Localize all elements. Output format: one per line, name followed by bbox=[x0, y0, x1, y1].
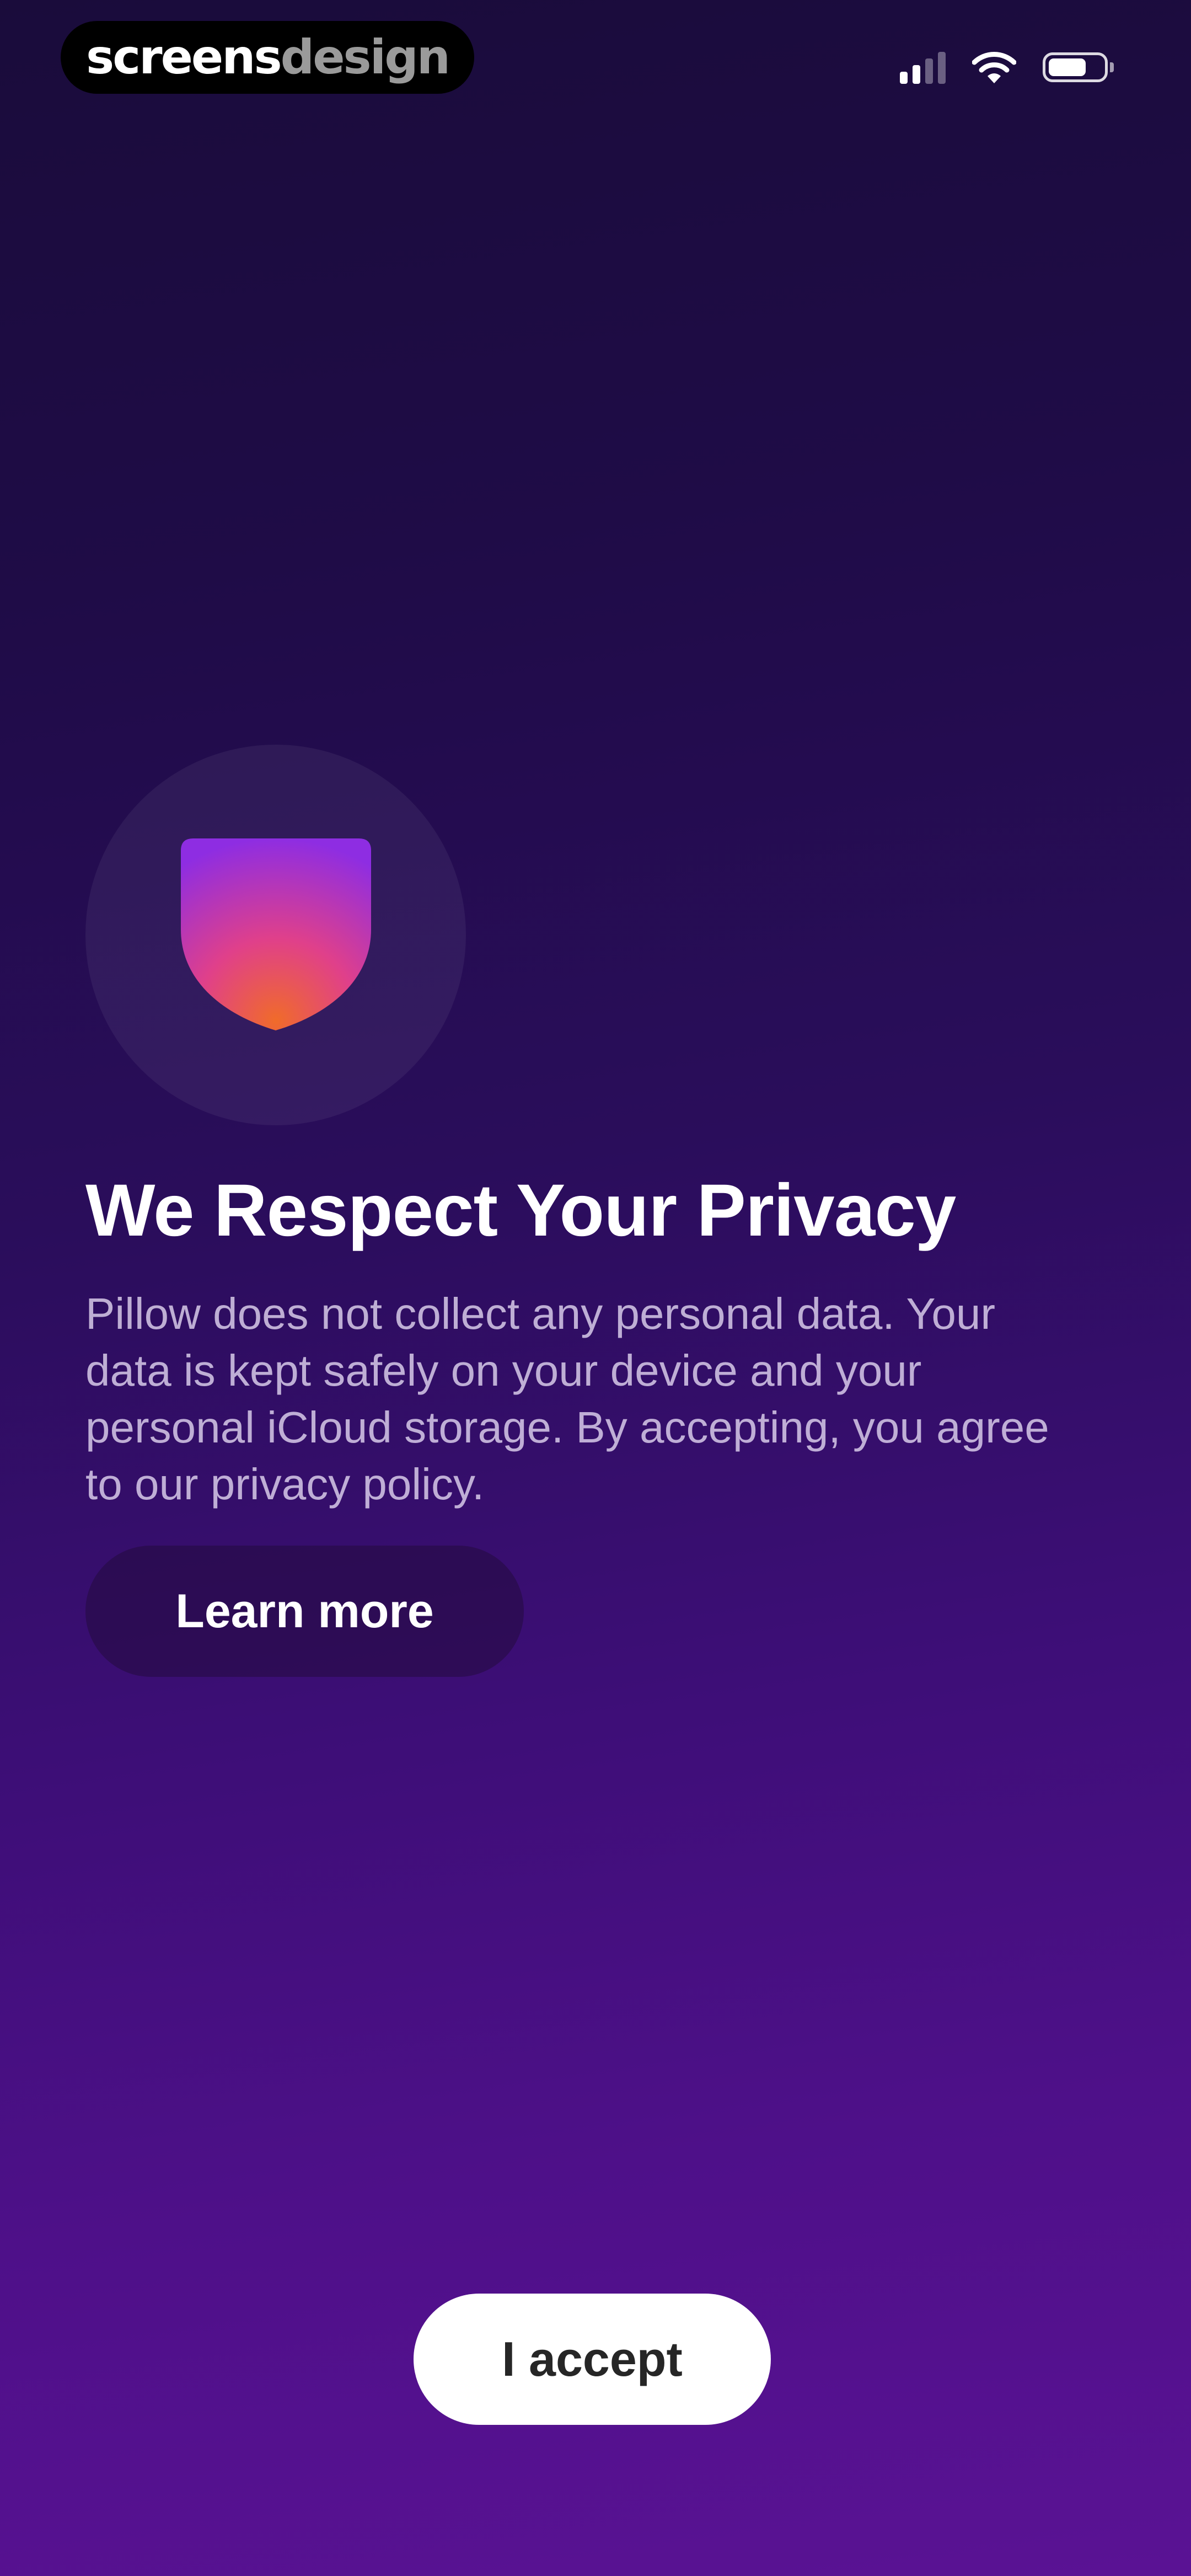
watermark-part-1: screens bbox=[86, 30, 282, 85]
cellular-signal-icon bbox=[900, 51, 946, 84]
privacy-screen: screens design We Respect Your Privacy P… bbox=[0, 0, 1191, 2576]
privacy-description: Pillow does not collect any personal dat… bbox=[85, 1289, 1049, 1509]
battery-fill bbox=[1049, 58, 1086, 76]
status-bar bbox=[900, 45, 1114, 89]
screensdesign-watermark: screens design bbox=[61, 21, 474, 94]
wifi-icon bbox=[972, 52, 1016, 83]
privacy-title: We Respect Your Privacy bbox=[85, 1169, 956, 1252]
battery-icon bbox=[1043, 52, 1114, 82]
accept-button[interactable]: I accept bbox=[414, 2294, 771, 2425]
shield-badge bbox=[85, 745, 466, 1125]
learn-more-button[interactable]: Learn more bbox=[85, 1546, 524, 1677]
watermark-part-2: design bbox=[280, 30, 450, 85]
shield-icon bbox=[180, 838, 371, 1030]
